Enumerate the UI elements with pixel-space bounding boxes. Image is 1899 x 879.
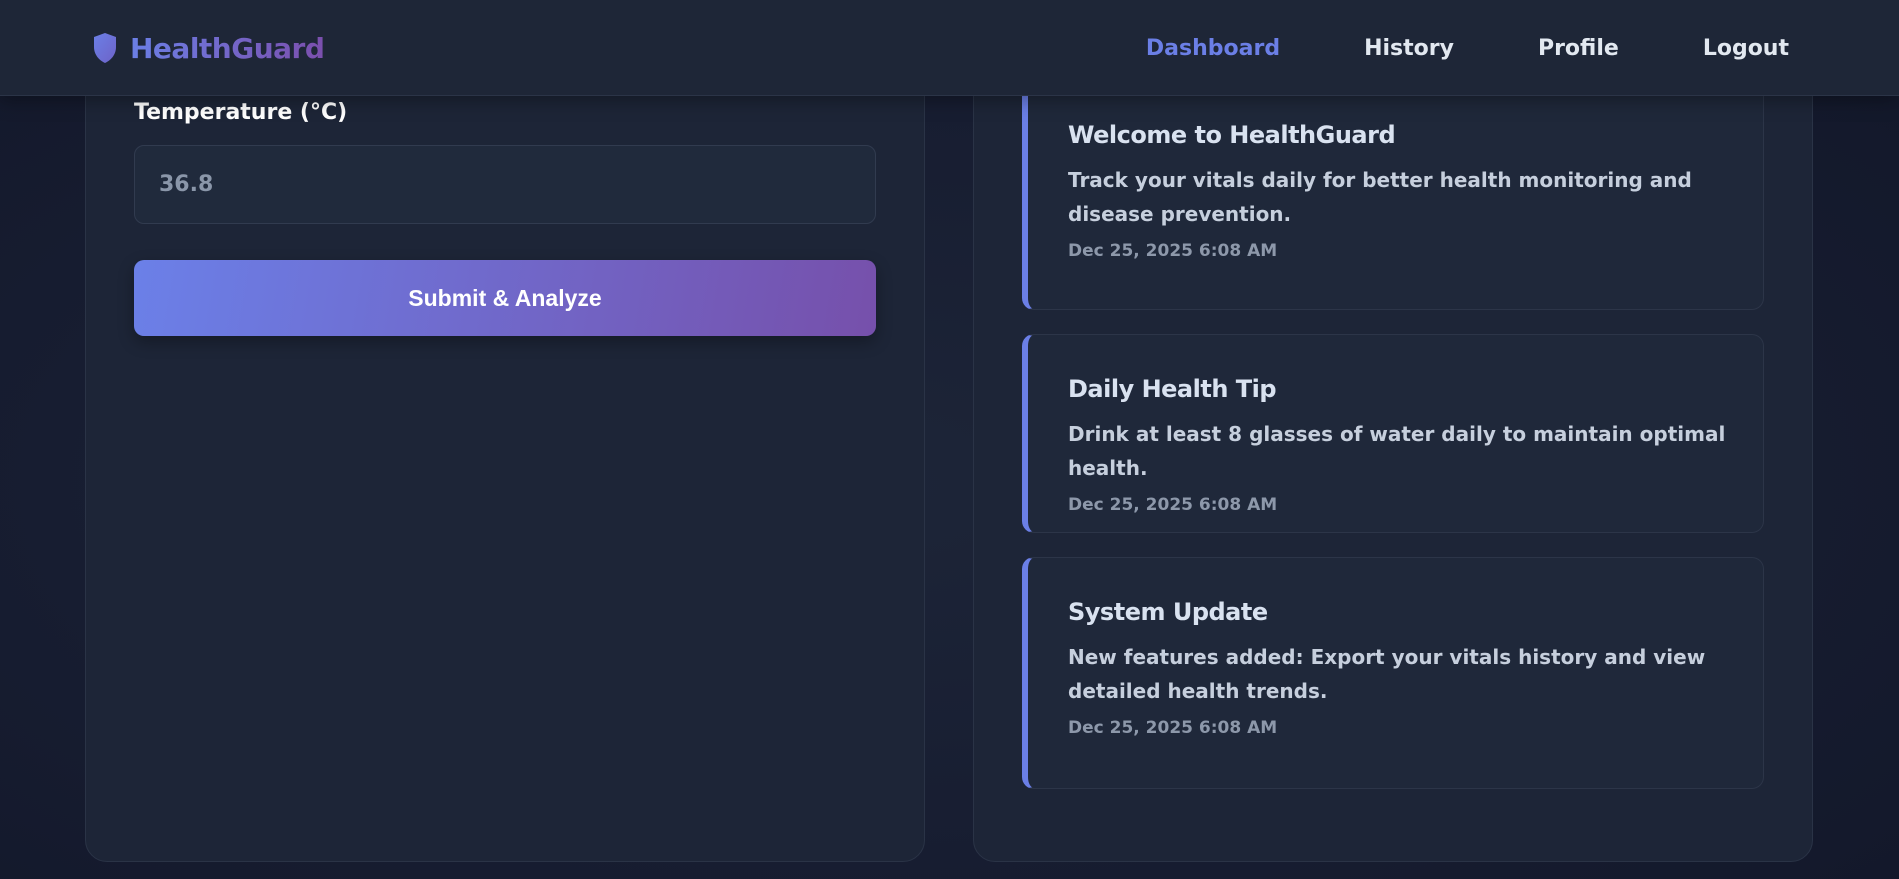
notification-body: Track your vitals daily for better healt… <box>1068 168 1692 226</box>
notification-title: Welcome to HealthGuard <box>1068 121 1396 149</box>
notification-timestamp: Dec 25, 2025 6:08 AM <box>1068 718 1278 738</box>
temperature-label: Temperature (°C) <box>134 100 348 125</box>
notification-timestamp: Dec 25, 2025 6:08 AM <box>1068 495 1278 515</box>
notification-card: Welcome to HealthGuard Track your vitals… <box>1022 80 1764 310</box>
notification-title: Daily Health Tip <box>1068 375 1277 403</box>
submit-analyze-button[interactable]: Submit & Analyze <box>134 260 876 336</box>
notification-timestamp: Dec 25, 2025 6:08 AM <box>1068 241 1278 261</box>
notification-card: System Update New features added: Export… <box>1022 557 1764 789</box>
temperature-input[interactable] <box>134 145 876 224</box>
brand-name: HealthGuard <box>130 31 325 65</box>
top-navbar: HealthGuard Dashboard History Profile Lo… <box>0 0 1899 96</box>
notification-body: Drink at least 8 glasses of water daily … <box>1068 422 1726 480</box>
nav-logout[interactable]: Logout <box>1703 36 1789 61</box>
nav-history[interactable]: History <box>1364 36 1454 61</box>
main-nav: Dashboard History Profile Logout <box>1146 30 1789 66</box>
shield-icon <box>94 33 116 63</box>
notification-card: Daily Health Tip Drink at least 8 glasse… <box>1022 334 1764 533</box>
nav-dashboard[interactable]: Dashboard <box>1146 36 1280 61</box>
nav-profile[interactable]: Profile <box>1538 36 1619 61</box>
brand-logo[interactable]: HealthGuard <box>92 30 325 66</box>
notification-title: System Update <box>1068 598 1268 626</box>
notification-body: New features added: Export your vitals h… <box>1068 645 1706 703</box>
